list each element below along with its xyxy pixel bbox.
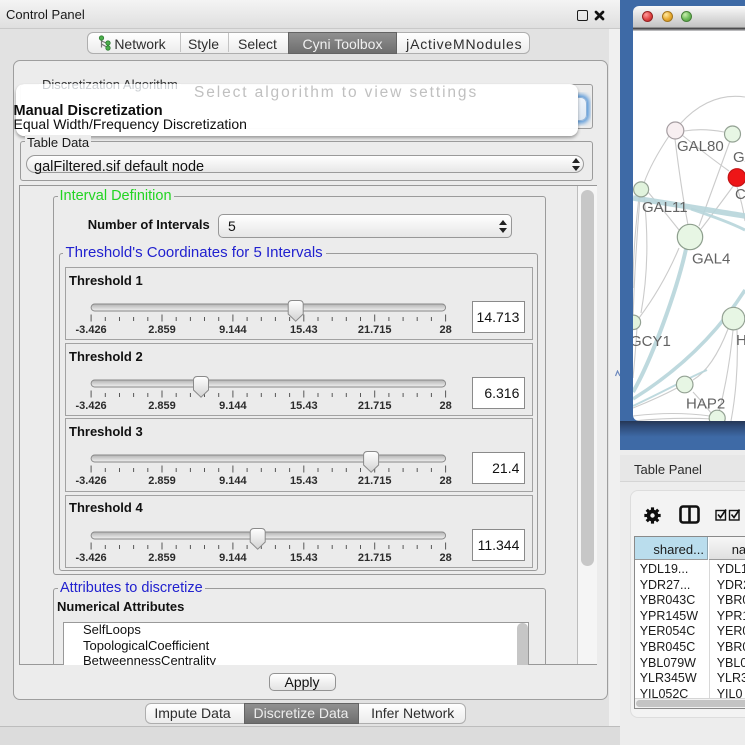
svg-text:28: 28: [439, 324, 451, 336]
svg-text:GCY1: GCY1: [633, 333, 671, 350]
svg-text:9.144: 9.144: [219, 324, 247, 336]
svg-text:GAL4: GAL4: [692, 250, 730, 267]
svg-text:C: C: [735, 186, 745, 203]
svg-text:GAL11: GAL11: [642, 199, 688, 216]
svg-text:GAL80: GAL80: [677, 138, 724, 155]
svg-text:21.715: 21.715: [357, 324, 391, 336]
svg-text:-3.426: -3.426: [75, 324, 106, 336]
svg-text:2.859: 2.859: [148, 324, 176, 336]
svg-text:15.43: 15.43: [290, 324, 318, 336]
svg-text:H: H: [736, 332, 745, 349]
svg-text:GA: GA: [733, 149, 745, 166]
svg-text:HAP2: HAP2: [686, 395, 725, 412]
